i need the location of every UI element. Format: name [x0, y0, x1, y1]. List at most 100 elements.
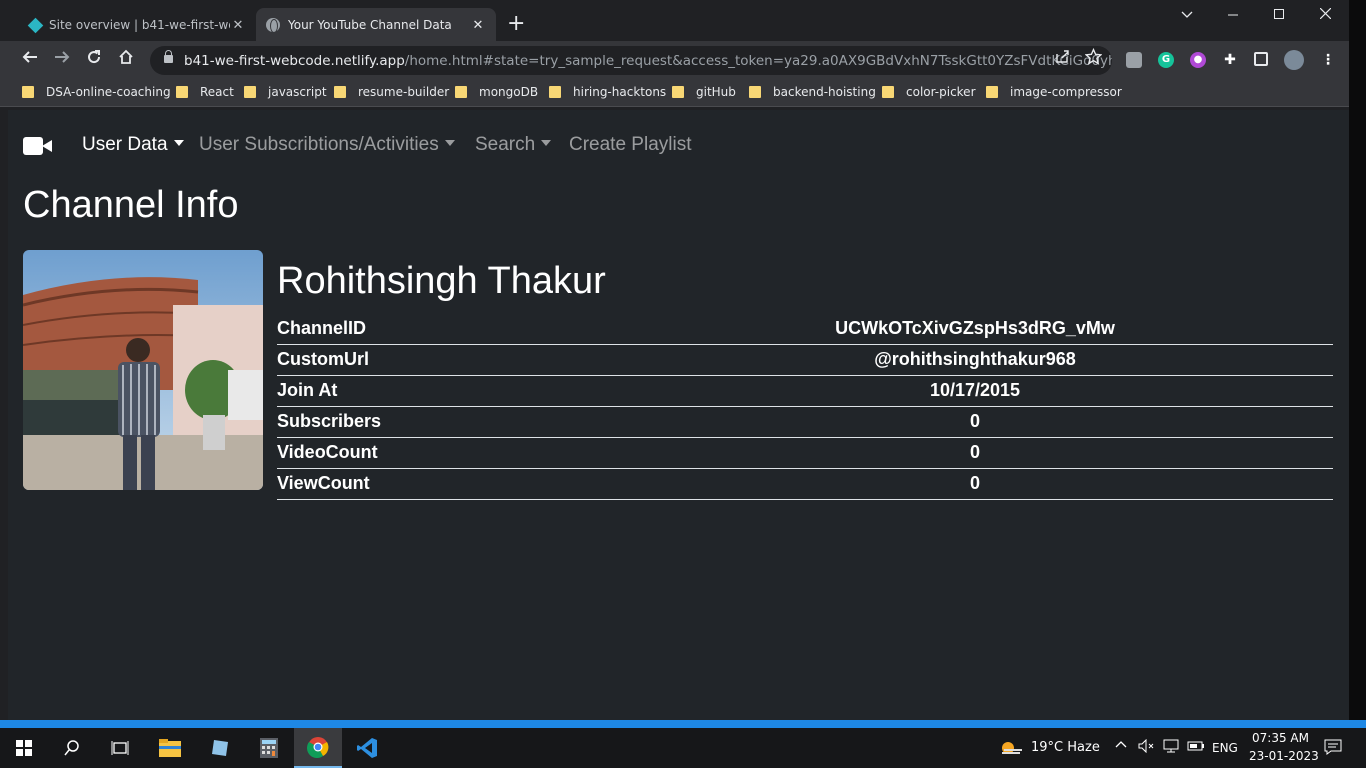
- globe-favicon-icon: [266, 18, 280, 33]
- table-row: Join At 10/17/2015: [277, 375, 1333, 407]
- video-camera-icon[interactable]: [23, 137, 53, 155]
- battery-icon[interactable]: [1187, 739, 1205, 757]
- folder-icon: [176, 86, 188, 98]
- bookmark-item[interactable]: gitHub: [672, 85, 736, 99]
- search-icon[interactable]: [48, 728, 96, 768]
- bookmark-item[interactable]: hiring-hacktons: [549, 85, 666, 99]
- profile-avatar[interactable]: [1284, 50, 1304, 70]
- tab-search-icon[interactable]: [1164, 4, 1210, 30]
- calculator-icon[interactable]: [245, 728, 293, 768]
- folder-icon: [244, 86, 256, 98]
- show-hidden-icons-chevron-icon[interactable]: [1115, 739, 1127, 754]
- row-value: @rohithsinghthakur968: [617, 344, 1333, 376]
- url-host: b41-we-first-webcode.netlify.app: [184, 52, 405, 69]
- nav-create-playlist-link[interactable]: Create Playlist: [569, 134, 692, 156]
- home-icon: [119, 49, 133, 64]
- channel-avatar: [23, 250, 263, 490]
- bookmark-item[interactable]: mongoDB: [455, 85, 538, 99]
- clock-date[interactable]: 23-01-2023: [1249, 749, 1319, 763]
- home-button[interactable]: [115, 49, 137, 71]
- page-title: Channel Info: [23, 184, 239, 226]
- row-value: UCWkOTcXivGZspHs3dRG_vMw: [617, 313, 1333, 345]
- maximize-button[interactable]: [1256, 4, 1302, 30]
- folder-icon: [749, 86, 761, 98]
- site-navbar: User Data User Subscribtions/Activities …: [8, 110, 1349, 182]
- nav-search-dropdown[interactable]: Search: [475, 134, 552, 156]
- close-icon[interactable]: ✕: [230, 18, 246, 33]
- row-value: 0: [617, 437, 1333, 469]
- web-page: User Data User Subscribtions/Activities …: [8, 110, 1349, 720]
- row-label: ChannelID: [277, 313, 617, 345]
- weather-icon[interactable]: [1000, 740, 1022, 760]
- volume-muted-icon[interactable]: [1138, 738, 1154, 757]
- bookmark-item[interactable]: React: [176, 85, 234, 99]
- task-view-icon[interactable]: [96, 728, 144, 768]
- notifications-icon[interactable]: [1324, 739, 1342, 759]
- row-value: 0: [617, 406, 1333, 438]
- folder-icon: [882, 86, 894, 98]
- vscode-taskbar-icon[interactable]: [343, 728, 391, 768]
- url-path: /home.html#state=try_sample_request&acce…: [404, 52, 1112, 69]
- row-value: 10/17/2015: [617, 375, 1333, 407]
- row-label: Subscribers: [277, 406, 617, 438]
- bookmark-item[interactable]: javascript: [244, 85, 327, 99]
- reload-icon: [88, 50, 101, 64]
- bookmarks-bar: DSA-online-coaching React javascript res…: [0, 79, 1349, 107]
- table-row: Subscribers 0: [277, 406, 1333, 438]
- table-row: VideoCount 0: [277, 437, 1333, 469]
- desktop-background: [1349, 0, 1366, 720]
- windows-start-icon[interactable]: [0, 728, 48, 768]
- bookmark-item[interactable]: image-compressor: [986, 85, 1122, 99]
- editor-status-bar: [0, 720, 1366, 728]
- share-icon[interactable]: [1054, 48, 1070, 68]
- minimize-button[interactable]: [1210, 4, 1256, 30]
- tab-strip: Site overview | b41-we-first-webc ✕ Your…: [0, 0, 1349, 42]
- folder-icon: [455, 86, 467, 98]
- back-arrow-icon: [22, 51, 37, 63]
- forward-arrow-icon: [55, 51, 70, 63]
- side-panel-icon[interactable]: [1254, 52, 1268, 66]
- folder-icon: [986, 86, 998, 98]
- folder-icon: [334, 86, 346, 98]
- table-row: ChannelID UCWkOTcXivGZspHs3dRG_vMw: [277, 313, 1333, 345]
- table-row: CustomUrl @rohithsinghthakur968: [277, 344, 1333, 376]
- file-explorer-icon[interactable]: [146, 728, 194, 768]
- tab-title: Site overview | b41-we-first-webc: [49, 18, 230, 32]
- browser-toolbar: b41-we-first-webcode.netlify.app/home.ht…: [0, 41, 1349, 79]
- browser-window: Site overview | b41-we-first-webc ✕ Your…: [0, 0, 1349, 720]
- tab-youtube-channel-data[interactable]: Your YouTube Channel Data ✕: [256, 8, 496, 42]
- bookmark-item[interactable]: backend-hoisting: [749, 85, 876, 99]
- weather-text[interactable]: 19°C Haze: [1031, 740, 1100, 755]
- bookmark-star-icon[interactable]: [1084, 47, 1103, 69]
- table-row: ViewCount 0: [277, 468, 1333, 500]
- reload-button[interactable]: [83, 49, 105, 71]
- new-tab-button[interactable]: +: [507, 12, 525, 36]
- chrome-taskbar-icon[interactable]: [294, 728, 342, 768]
- tab-title: Your YouTube Channel Data: [288, 18, 452, 32]
- camera-extension-icon[interactable]: [1126, 52, 1142, 68]
- row-label: VideoCount: [277, 437, 617, 469]
- netlify-favicon-icon: [27, 17, 44, 33]
- language-indicator[interactable]: ENG: [1212, 741, 1238, 755]
- address-bar[interactable]: b41-we-first-webcode.netlify.app/home.ht…: [150, 46, 1112, 75]
- close-window-button[interactable]: [1302, 4, 1348, 30]
- row-label: ViewCount: [277, 468, 617, 500]
- bookmark-item[interactable]: color-picker: [882, 85, 976, 99]
- nav-user-data-dropdown[interactable]: User Data: [82, 134, 184, 156]
- nav-user-subscriptions-dropdown[interactable]: User Subscribtions/Activities: [199, 134, 455, 156]
- extensions-puzzle-icon[interactable]: ✚: [1222, 52, 1238, 68]
- close-icon[interactable]: ✕: [470, 18, 486, 33]
- notes-app-icon[interactable]: [196, 728, 244, 768]
- tab-site-overview[interactable]: Site overview | b41-we-first-webc ✕: [16, 8, 256, 42]
- forward-button[interactable]: [51, 49, 73, 71]
- bookmark-item[interactable]: DSA-online-coaching: [22, 85, 171, 99]
- purple-extension-icon[interactable]: ●: [1190, 52, 1206, 68]
- lock-icon: [164, 50, 173, 63]
- network-icon[interactable]: [1163, 739, 1179, 757]
- row-label: Join At: [277, 375, 617, 407]
- back-button[interactable]: [19, 49, 41, 71]
- grammarly-extension-icon[interactable]: G: [1158, 52, 1174, 68]
- bookmark-item[interactable]: resume-builder: [334, 85, 449, 99]
- clock-time[interactable]: 07:35 AM: [1252, 731, 1309, 745]
- more-menu-icon[interactable]: ⋮: [1320, 52, 1336, 68]
